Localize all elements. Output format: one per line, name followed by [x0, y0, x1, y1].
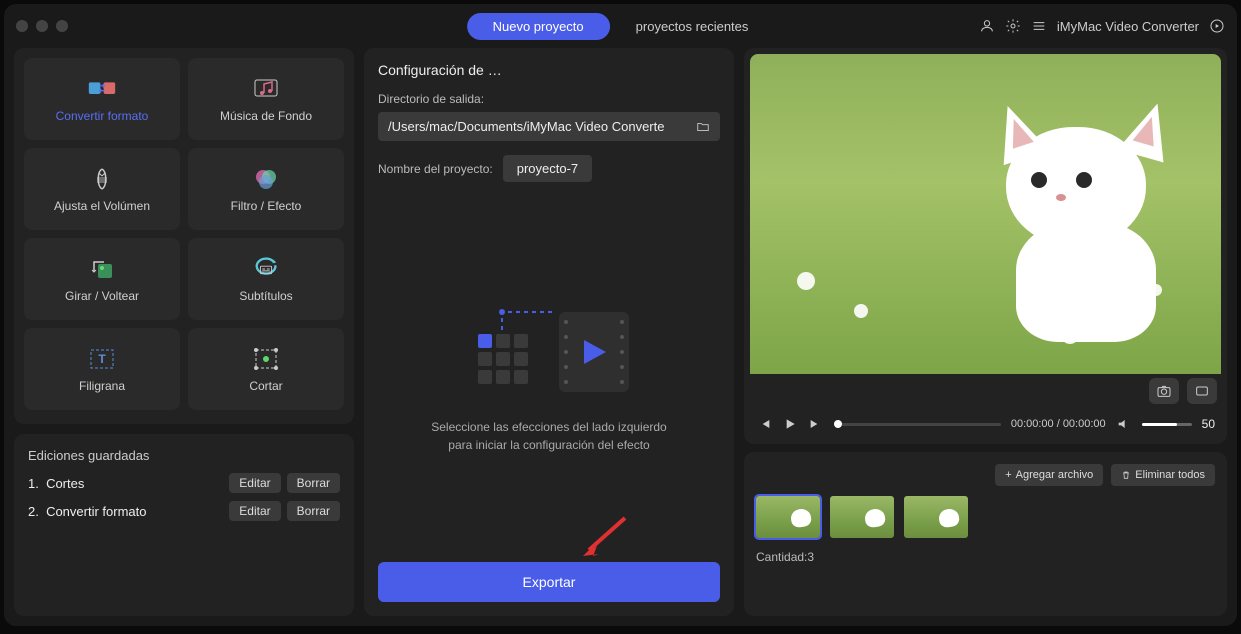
tool-rotate[interactable]: Girar / Voltear — [24, 238, 180, 320]
output-dir-input[interactable]: /Users/mac/Documents/iMyMac Video Conver… — [378, 112, 720, 141]
volume-icon[interactable] — [1116, 416, 1132, 432]
play-circle-icon[interactable] — [1209, 18, 1225, 34]
config-title: Configuración de … — [378, 62, 720, 78]
tool-label: Música de Fondo — [220, 109, 312, 123]
gear-icon[interactable] — [1005, 18, 1021, 34]
filter-icon — [252, 165, 280, 193]
rotate-icon — [88, 255, 116, 283]
trash-icon — [1121, 470, 1131, 480]
fullscreen-icon — [1194, 383, 1210, 399]
saved-edits-title: Ediciones guardadas — [28, 448, 340, 463]
fullscreen-button[interactable] — [1187, 378, 1217, 404]
app-title: iMyMac Video Converter — [1057, 19, 1199, 34]
tool-label: Filigrana — [79, 379, 125, 393]
delete-button[interactable]: Borrar — [287, 501, 340, 521]
saved-edit-label: 2. Convertir formato — [28, 504, 147, 519]
tool-watermark[interactable]: T Filigrana — [24, 328, 180, 410]
camera-icon — [1156, 383, 1172, 399]
prev-button[interactable] — [756, 416, 772, 432]
subtitle-icon — [252, 255, 280, 283]
progress-bar[interactable] — [834, 423, 1001, 426]
tool-crop[interactable]: Cortar — [188, 328, 344, 410]
svg-text:T: T — [98, 352, 106, 366]
time-display: 00:00:00 / 00:00:00 — [1011, 418, 1106, 430]
next-button[interactable] — [808, 416, 824, 432]
tool-convert[interactable]: Convertir formato — [24, 58, 180, 140]
watermark-icon: T — [88, 345, 116, 373]
file-thumbnail[interactable] — [756, 496, 820, 538]
snapshot-button[interactable] — [1149, 378, 1179, 404]
saved-edits-panel: Ediciones guardadas 1. Cortes Editar Bor… — [14, 434, 354, 616]
saved-edit-row: 2. Convertir formato Editar Borrar — [28, 501, 340, 521]
edit-button[interactable]: Editar — [229, 473, 280, 493]
add-file-button[interactable]: + Agregar archivo — [995, 464, 1103, 486]
output-dir-value: /Users/mac/Documents/iMyMac Video Conver… — [388, 119, 696, 134]
play-button[interactable] — [782, 416, 798, 432]
tool-label: Convertir formato — [56, 109, 149, 123]
tool-label: Subtítulos — [239, 289, 292, 303]
volume-value: 50 — [1202, 417, 1215, 431]
file-thumbnail[interactable] — [830, 496, 894, 538]
tool-label: Girar / Voltear — [65, 289, 139, 303]
output-dir-label: Directorio de salida: — [378, 92, 720, 106]
crop-icon — [252, 345, 280, 373]
saved-edit-label: 1. Cortes — [28, 476, 84, 491]
convert-icon — [88, 75, 116, 103]
tools-panel: Convertir formato Música de Fondo Ajusta e… — [14, 48, 354, 424]
tool-filter[interactable]: Filtro / Efecto — [188, 148, 344, 230]
edit-button[interactable]: Editar — [229, 501, 280, 521]
project-name-label: Nombre del proyecto: — [378, 162, 493, 176]
tool-music[interactable]: Música de Fondo — [188, 58, 344, 140]
annotation-arrow-icon — [579, 514, 629, 558]
tab-new-project[interactable]: Nuevo proyecto — [467, 13, 610, 40]
file-thumbnail[interactable] — [904, 496, 968, 538]
tab-recent-projects[interactable]: proyectos recientes — [610, 13, 775, 40]
user-icon[interactable] — [979, 18, 995, 34]
tool-volume[interactable]: Ajusta el Volúmen — [24, 148, 180, 230]
project-name-input[interactable]: proyecto-7 — [503, 155, 592, 182]
tool-label: Ajusta el Volúmen — [54, 199, 150, 213]
folder-icon[interactable] — [696, 120, 710, 134]
remove-all-button[interactable]: Eliminar todos — [1111, 464, 1215, 486]
file-count: Cantidad:3 — [756, 550, 1215, 564]
plus-icon: + — [1005, 469, 1011, 481]
delete-button[interactable]: Borrar — [287, 473, 340, 493]
config-panel: Configuración de … Directorio de salida:… — [364, 48, 734, 616]
export-button[interactable]: Exportar — [378, 562, 720, 602]
saved-edit-row: 1. Cortes Editar Borrar — [28, 473, 340, 493]
tool-subtitle[interactable]: Subtítulos — [188, 238, 344, 320]
files-panel: + Agregar archivo Eliminar todos Cantida… — [744, 452, 1227, 616]
tool-label: Cortar — [249, 379, 282, 393]
menu-icon[interactable] — [1031, 18, 1047, 34]
config-hint: Seleccione las efecciones del lado izqui… — [431, 418, 666, 454]
placeholder-graphic-icon — [464, 302, 634, 402]
volume-slider[interactable] — [1142, 423, 1192, 426]
traffic-lights[interactable] — [16, 20, 68, 32]
tool-label: Filtro / Efecto — [231, 199, 302, 213]
preview-panel: 00:00:00 / 00:00:00 50 — [744, 48, 1227, 444]
video-preview[interactable] — [750, 54, 1221, 374]
music-icon — [252, 75, 280, 103]
volume-icon — [88, 165, 116, 193]
